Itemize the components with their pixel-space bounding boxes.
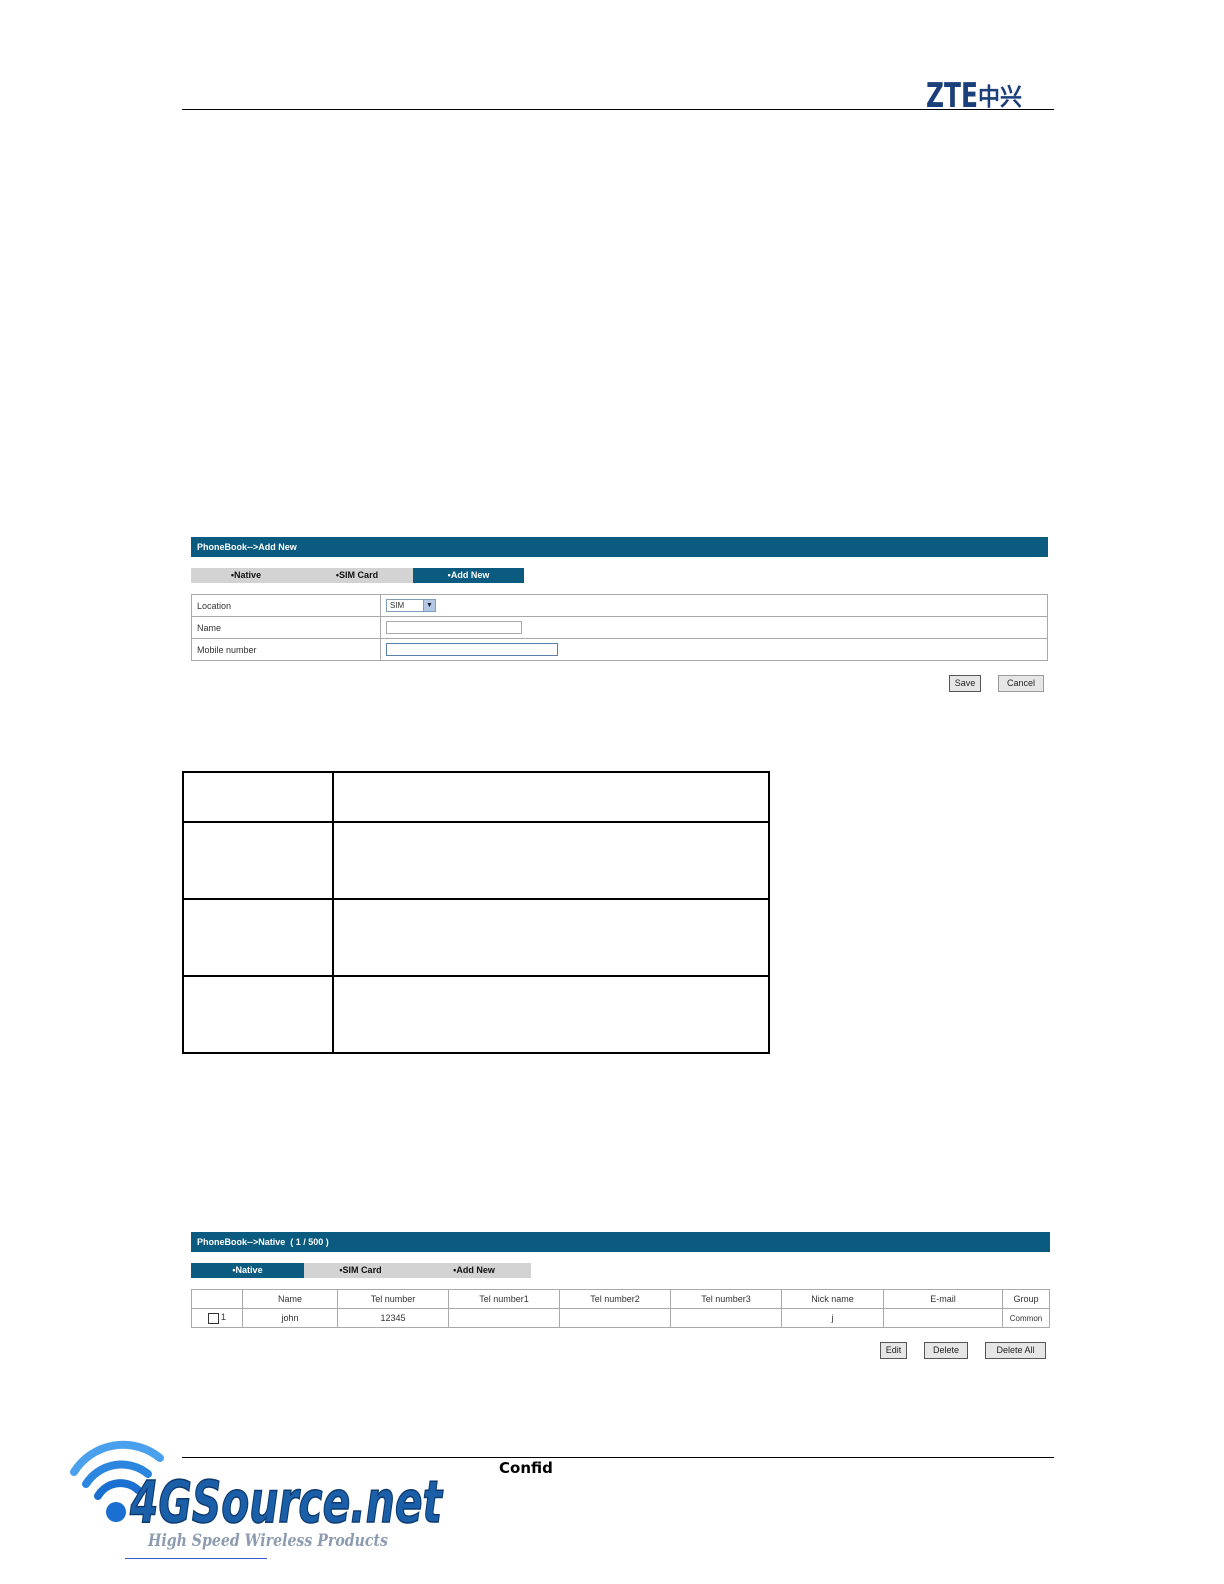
name-label: Name xyxy=(191,616,381,639)
row-select-cell: 1 xyxy=(191,1308,243,1328)
4gsource-logo: 4GSource.net High Speed Wireless Product… xyxy=(70,1440,444,1551)
desc-cell xyxy=(182,975,334,1054)
location-label: Location xyxy=(191,594,381,617)
zte-logo-cjk: 中兴 xyxy=(978,83,1022,110)
form-row-mobile: Mobile number xyxy=(191,638,1048,661)
col-select xyxy=(191,1289,243,1309)
row-index: 1 xyxy=(220,1312,226,1323)
location-cell: SIM ▼ xyxy=(380,594,1048,617)
row-tel: 12345 xyxy=(337,1308,449,1328)
logo-text: 4GSource.net xyxy=(129,1468,443,1536)
form-row-location: Location SIM ▼ xyxy=(191,594,1048,617)
save-button[interactable]: Save xyxy=(949,675,981,692)
col-group: Group xyxy=(1002,1289,1050,1309)
tab-add-new[interactable]: •Add New xyxy=(417,1263,531,1278)
desc-row xyxy=(182,821,770,900)
delete-all-button[interactable]: Delete All xyxy=(985,1342,1046,1359)
tab-native[interactable]: •Native xyxy=(191,568,301,583)
footer-text: Confid xyxy=(499,1459,553,1477)
location-select-value: SIM xyxy=(390,601,405,610)
row-group: Common xyxy=(1002,1308,1050,1328)
desc-row xyxy=(182,975,770,1054)
col-tel-number2: Tel number2 xyxy=(559,1289,671,1309)
zte-logo: ZTE 中兴 xyxy=(926,76,1022,110)
row-name: john xyxy=(242,1308,338,1328)
desc-cell xyxy=(182,821,334,900)
desc-cell xyxy=(182,771,334,823)
col-name: Name xyxy=(242,1289,338,1309)
desc-cell xyxy=(182,898,334,977)
row-tel3 xyxy=(670,1308,782,1328)
chevron-down-icon[interactable]: ▼ xyxy=(423,600,435,611)
name-input[interactable] xyxy=(386,621,522,634)
location-select[interactable]: SIM ▼ xyxy=(386,599,436,612)
delete-button[interactable]: Delete xyxy=(924,1342,968,1359)
logo-link-underline xyxy=(125,1558,267,1559)
desc-cell xyxy=(332,771,770,823)
desc-row xyxy=(182,771,770,823)
zte-logo-latin: ZTE xyxy=(926,76,978,110)
contacts-table: Name Tel number Tel number1 Tel number2 … xyxy=(191,1289,1050,1328)
add-new-tabs: •Native •SIM Card •Add New xyxy=(191,568,524,583)
logo-tagline: High Speed Wireless Products xyxy=(147,1531,388,1551)
cancel-button[interactable]: Cancel xyxy=(998,675,1044,692)
tab-add-new[interactable]: •Add New xyxy=(413,568,524,583)
add-new-panel-title: PhoneBook-->Add New xyxy=(191,537,1048,557)
tab-native[interactable]: •Native xyxy=(191,1263,304,1278)
row-tel1 xyxy=(448,1308,560,1328)
mobile-number-label: Mobile number xyxy=(191,638,381,661)
row-checkbox[interactable] xyxy=(207,1312,219,1324)
col-email: E-mail xyxy=(883,1289,1003,1309)
name-cell xyxy=(380,616,1048,639)
mobile-number-input[interactable] xyxy=(386,643,558,656)
row-email xyxy=(883,1308,1003,1328)
table-row[interactable]: 1 john 12345 j Common xyxy=(191,1308,1050,1328)
add-new-form: Location SIM ▼ Name Mobile number xyxy=(191,594,1048,661)
tab-sim-card[interactable]: •SIM Card xyxy=(301,568,413,583)
mobile-cell xyxy=(380,638,1048,661)
description-table xyxy=(182,771,770,1054)
native-tabs: •Native •SIM Card •Add New xyxy=(191,1263,531,1278)
table-header-row: Name Tel number Tel number1 Tel number2 … xyxy=(191,1289,1050,1309)
col-tel-number3: Tel number3 xyxy=(670,1289,782,1309)
col-tel-number1: Tel number1 xyxy=(448,1289,560,1309)
header-rule xyxy=(182,109,1054,110)
desc-row xyxy=(182,898,770,977)
tab-sim-card[interactable]: •SIM Card xyxy=(304,1263,417,1278)
col-nick-name: Nick name xyxy=(781,1289,884,1309)
row-tel2 xyxy=(559,1308,671,1328)
native-panel-title: PhoneBook-->Native ( 1 / 500 ) xyxy=(191,1232,1050,1252)
desc-cell xyxy=(332,821,770,900)
desc-cell xyxy=(332,975,770,1054)
form-row-name: Name xyxy=(191,616,1048,639)
col-tel-number: Tel number xyxy=(337,1289,449,1309)
desc-cell xyxy=(332,898,770,977)
row-nick: j xyxy=(781,1308,884,1328)
edit-button[interactable]: Edit xyxy=(880,1342,907,1359)
